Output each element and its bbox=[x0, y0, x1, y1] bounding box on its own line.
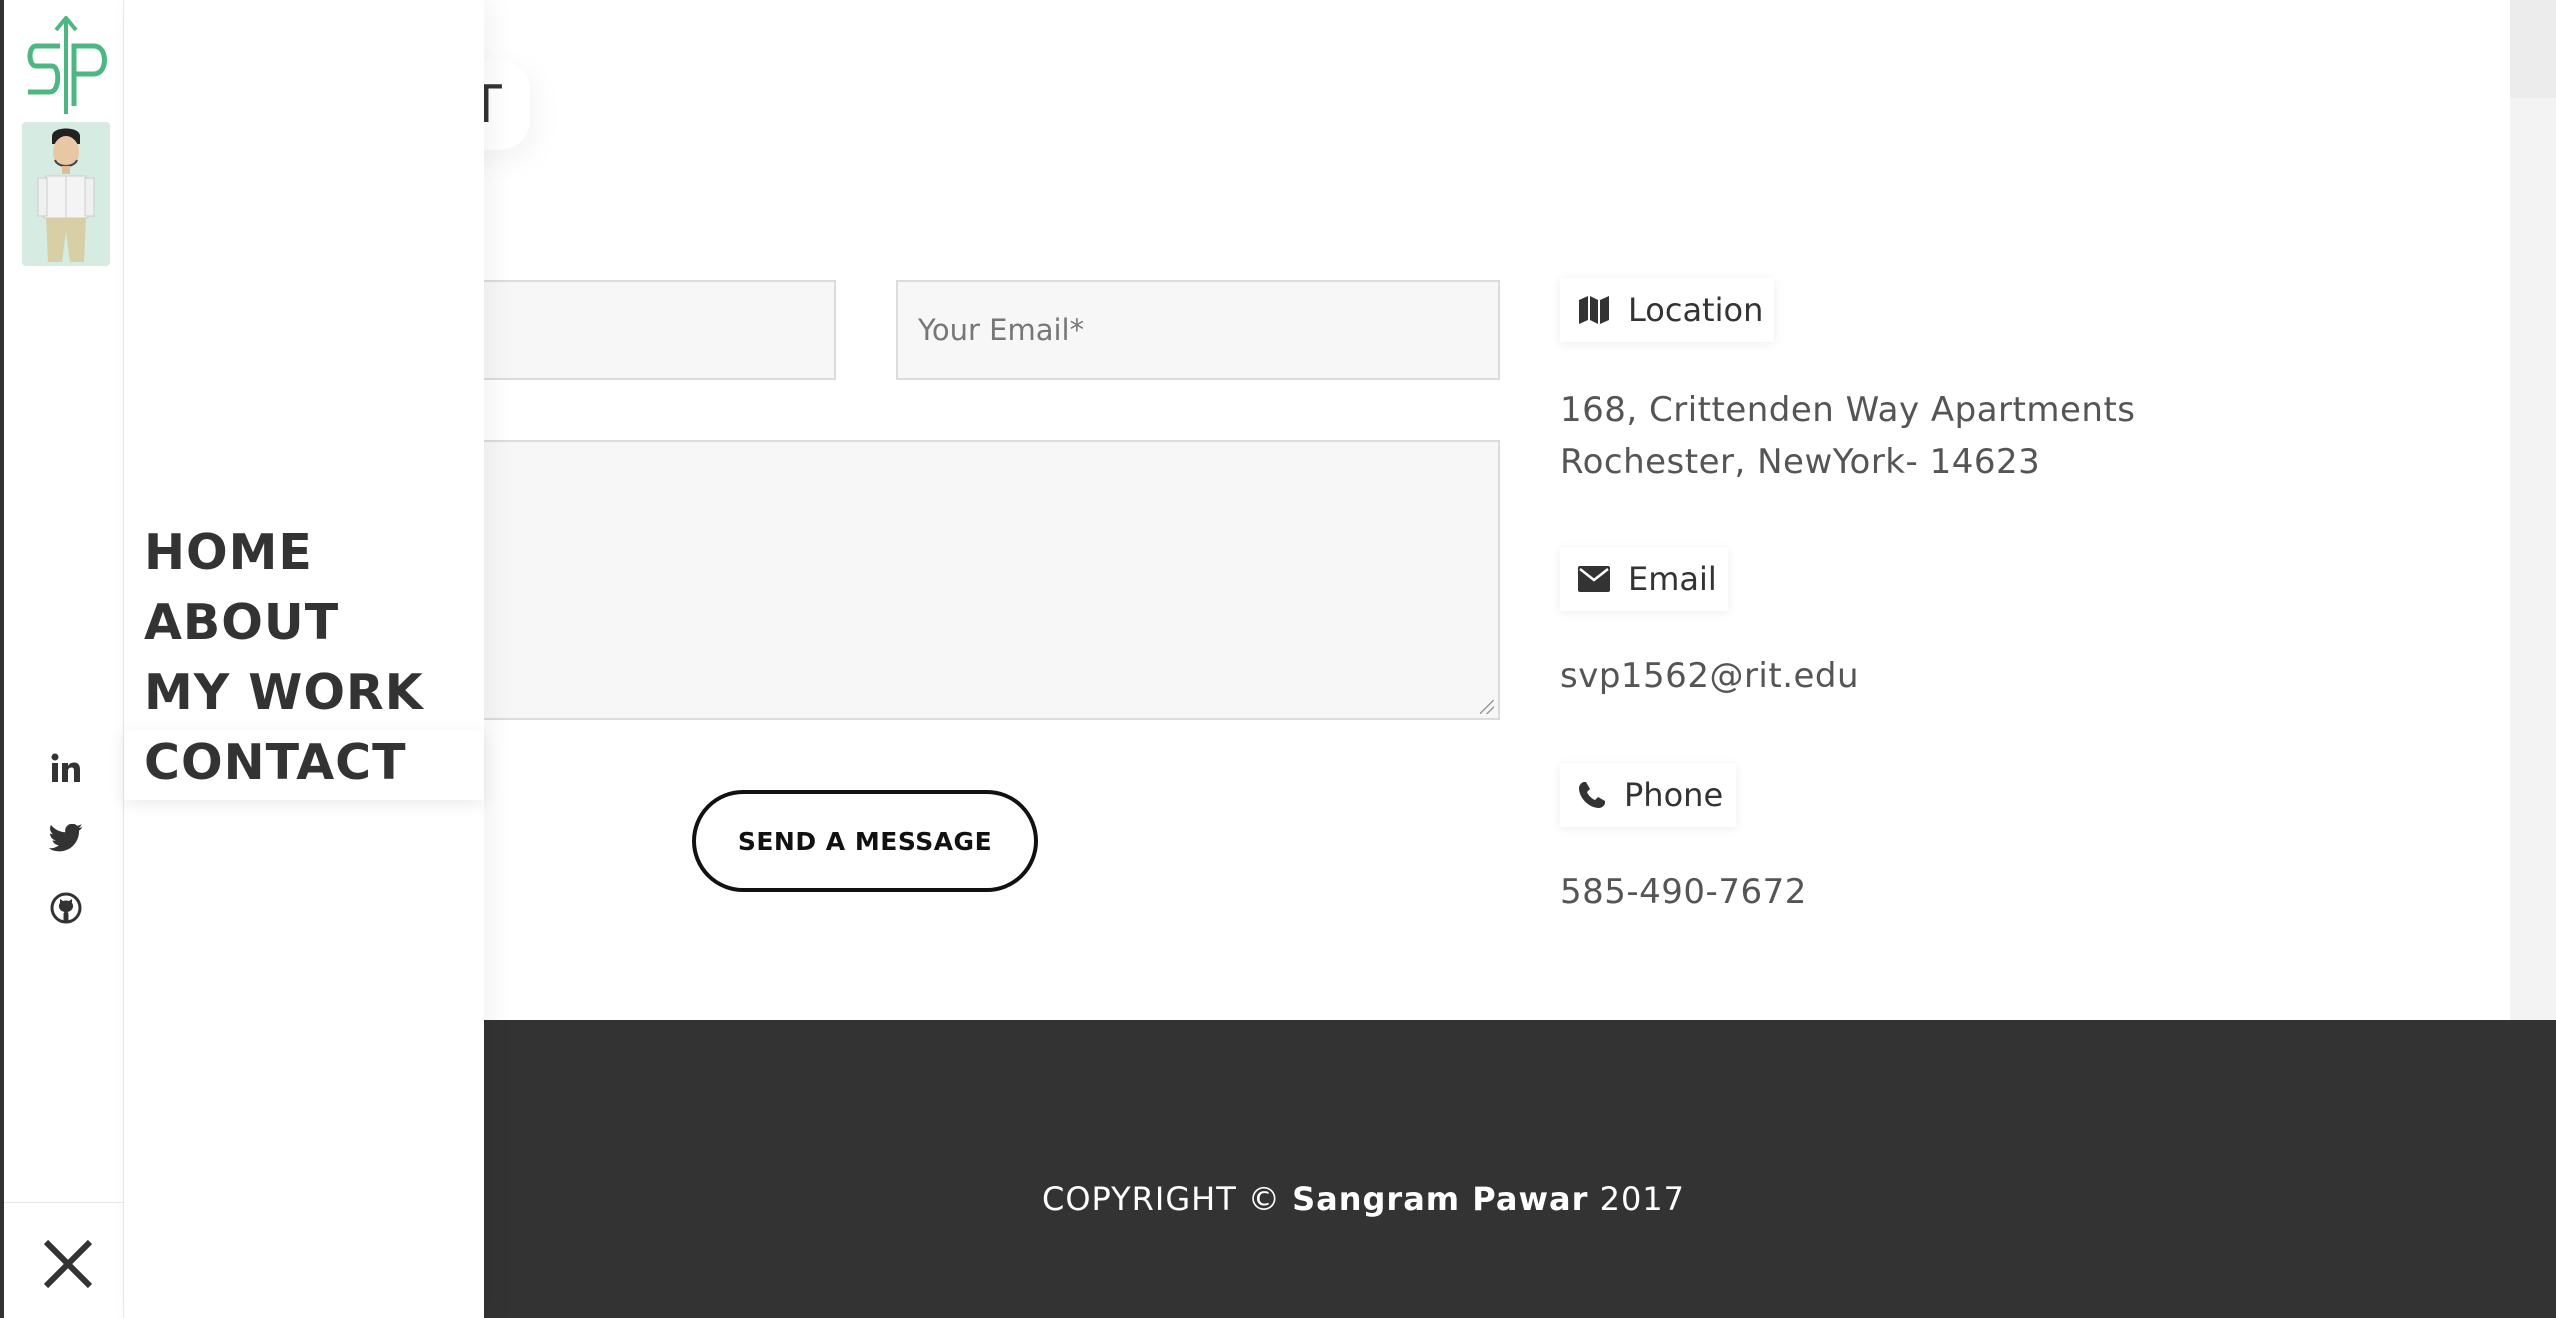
menu-item-my-work[interactable]: MY WORK bbox=[144, 658, 424, 728]
envelope-icon bbox=[1578, 566, 1610, 592]
copyright-text: COPYRIGHT © Sangram Pawar 2017 bbox=[1042, 1180, 1685, 1218]
address-line-2: Rochester, NewYork- 14623 bbox=[1560, 442, 2041, 482]
location-label-text: Location bbox=[1628, 291, 1764, 329]
email-input[interactable] bbox=[898, 282, 1498, 378]
menu-item-home[interactable]: HOME bbox=[144, 518, 313, 588]
map-icon bbox=[1578, 295, 1610, 325]
sidebar-icon-rail bbox=[0, 0, 128, 1318]
rail-divider bbox=[4, 1202, 128, 1203]
phone-label: Phone bbox=[1560, 763, 1736, 827]
message-field[interactable] bbox=[410, 440, 1500, 720]
menu-item-contact[interactable]: CONTACT bbox=[144, 728, 407, 798]
avatar bbox=[22, 122, 110, 266]
close-icon[interactable] bbox=[40, 1236, 96, 1292]
menu-panel: HOME ABOUT MY WORK CONTACT bbox=[124, 0, 484, 1318]
sp-logo[interactable] bbox=[20, 14, 112, 116]
linkedin-icon[interactable] bbox=[48, 750, 84, 786]
phone-value[interactable]: 585-490-7672 bbox=[1560, 866, 1807, 918]
github-icon[interactable] bbox=[48, 890, 84, 926]
location-label: Location bbox=[1560, 278, 1774, 342]
email-label: Email bbox=[1560, 547, 1728, 611]
phone-label-text: Phone bbox=[1624, 776, 1724, 814]
send-message-button[interactable]: SEND A MESSAGE bbox=[692, 790, 1038, 892]
email-label-text: Email bbox=[1628, 560, 1717, 598]
email-field[interactable] bbox=[896, 280, 1500, 380]
phone-icon bbox=[1578, 781, 1606, 809]
resize-grip-icon[interactable] bbox=[1480, 700, 1494, 714]
menu-item-about[interactable]: ABOUT bbox=[144, 588, 339, 658]
twitter-icon[interactable] bbox=[48, 820, 84, 856]
address-line-1: 168, Crittenden Way Apartments bbox=[1560, 390, 2136, 430]
copyright-owner: Sangram Pawar bbox=[1292, 1180, 1589, 1218]
copyright-year: 2017 bbox=[1599, 1180, 1686, 1218]
email-value[interactable]: svp1562@rit.edu bbox=[1560, 650, 1859, 702]
copyright-prefix: COPYRIGHT © bbox=[1042, 1180, 1281, 1218]
message-textarea[interactable] bbox=[412, 442, 1498, 718]
page-edge-strip bbox=[2510, 0, 2556, 1020]
